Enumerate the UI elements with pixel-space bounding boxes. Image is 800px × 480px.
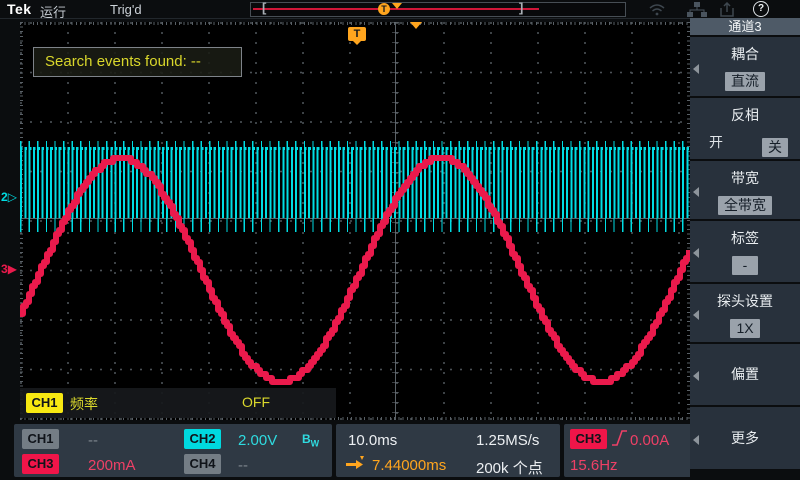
trigger-position-flag[interactable]: T [348, 27, 366, 41]
rising-edge-slope-icon [611, 428, 628, 448]
side-menu: 通道3 耦合 直流 反相 开 关 带宽 全带宽 标签 - 探头设置 1X [690, 18, 800, 480]
tek-logo: Tek [7, 1, 32, 17]
menu-section-label[interactable]: 标签 - [690, 221, 800, 282]
trigger-position-icon[interactable]: T [378, 3, 390, 15]
wifi-icon [648, 2, 666, 16]
record-overview-bar[interactable]: [ ] T [250, 2, 626, 17]
label-value-button[interactable]: - [732, 256, 758, 275]
menu-section-offset[interactable]: 偏置 [690, 344, 800, 405]
record-length: 200k 个点 [476, 457, 543, 478]
measurement-channel-badge[interactable]: CH1 [26, 393, 63, 413]
trigger-source-badge[interactable]: CH3 [570, 429, 607, 449]
bandwidth-value-button[interactable]: 全带宽 [718, 196, 772, 215]
ch2-bandwidth-limit-icon: BW [302, 432, 319, 448]
offset-label: 偏置 [690, 344, 800, 405]
ch3-sine-waveform [20, 22, 690, 420]
ch4-scale-value: -- [238, 457, 248, 474]
trigger-status: Trig'd [110, 2, 142, 17]
probe-attenuation-button[interactable]: 1X [730, 319, 759, 338]
acquisition-state: 运行 [40, 2, 66, 21]
trigger-frequency: 15.6Hz [570, 457, 618, 474]
top-status-bar: Tek 运行 Trig'd [ ] T ? [0, 0, 800, 19]
measurement-value: OFF [242, 394, 270, 410]
menu-section-more[interactable]: 更多 [690, 407, 800, 469]
help-icon[interactable]: ? [753, 1, 769, 17]
menu-section-bandwidth[interactable]: 带宽 全带宽 [690, 161, 800, 219]
section-arrow-icon [693, 371, 699, 381]
label-label: 标签 [690, 221, 800, 248]
sample-rate: 1.25MS/s [476, 432, 539, 449]
trigger-readout-panel: CH3 0.00A 15.6Hz [564, 424, 694, 477]
ch3-scale-value: 200mA [88, 457, 136, 474]
ch3-badge[interactable]: CH3 [22, 454, 59, 474]
more-label: 更多 [690, 407, 800, 469]
invert-label: 反相 [690, 98, 800, 125]
horizontal-readout-panel: 10.0ms 1.25MS/s 7.44000ms 200k 个点 [336, 424, 560, 477]
search-events-banner: Search events found: -- [33, 47, 242, 77]
network-lan-icon [687, 2, 707, 17]
view-window-bracket-right: ] [519, 1, 523, 15]
menu-section-invert[interactable]: 反相 开 关 [690, 98, 800, 159]
delay-marker-icon [344, 456, 368, 470]
ch3-ground-marker[interactable]: 3▶ [1, 262, 17, 276]
view-window-bracket-left: [ [262, 1, 266, 15]
expansion-point-icon[interactable] [392, 3, 402, 9]
oscilloscope-screen: Tek 运行 Trig'd [ ] T ? [0, 0, 800, 480]
section-arrow-icon [693, 187, 699, 197]
trigger-level: 0.00A [630, 432, 669, 449]
section-arrow-icon [693, 64, 699, 74]
waveform-display[interactable]: T [20, 22, 690, 420]
ch2-marker-arrow-icon: ▷ [8, 190, 17, 204]
menu-section-probe-setup[interactable]: 探头设置 1X [690, 284, 800, 342]
ch1-badge[interactable]: CH1 [22, 429, 59, 449]
coupling-label: 耦合 [690, 37, 800, 64]
side-menu-title: 通道3 [690, 18, 800, 35]
expansion-point-marker[interactable] [410, 22, 422, 29]
ch2-scale-value: 2.00V [238, 432, 277, 449]
menu-section-coupling[interactable]: 耦合 直流 [690, 37, 800, 96]
measurement-label: 频率 [70, 394, 98, 414]
invert-on-option[interactable]: 开 [709, 132, 723, 152]
channel-readout-panel: CH1 -- CH2 2.00V BW CH3 200mA CH4 -- [14, 424, 332, 477]
file-export-icon [720, 2, 736, 17]
measurement-bar: CH1 频率 OFF [20, 388, 336, 418]
invert-off-button[interactable]: 关 [762, 138, 788, 157]
section-arrow-icon [693, 435, 699, 445]
ch2-badge[interactable]: CH2 [184, 429, 221, 449]
bandwidth-label: 带宽 [690, 161, 800, 188]
ch2-ground-marker[interactable]: 2▷ [1, 190, 17, 204]
bottom-status-bar: CH1 -- CH2 2.00V BW CH3 200mA CH4 -- 10.… [0, 420, 690, 480]
ch3-marker-number: 3 [1, 262, 8, 276]
coupling-value-button[interactable]: 直流 [725, 72, 765, 91]
ch3-marker-arrow-icon: ▶ [8, 262, 17, 276]
section-arrow-icon [693, 248, 699, 258]
ch4-badge[interactable]: CH4 [184, 454, 221, 474]
ch2-marker-number: 2 [1, 190, 8, 204]
probe-setup-label: 探头设置 [690, 284, 800, 311]
ch1-scale-value: -- [88, 432, 98, 449]
horizontal-delay: 7.44000ms [372, 457, 446, 474]
time-per-div: 10.0ms [348, 432, 397, 449]
section-arrow-icon [693, 310, 699, 320]
